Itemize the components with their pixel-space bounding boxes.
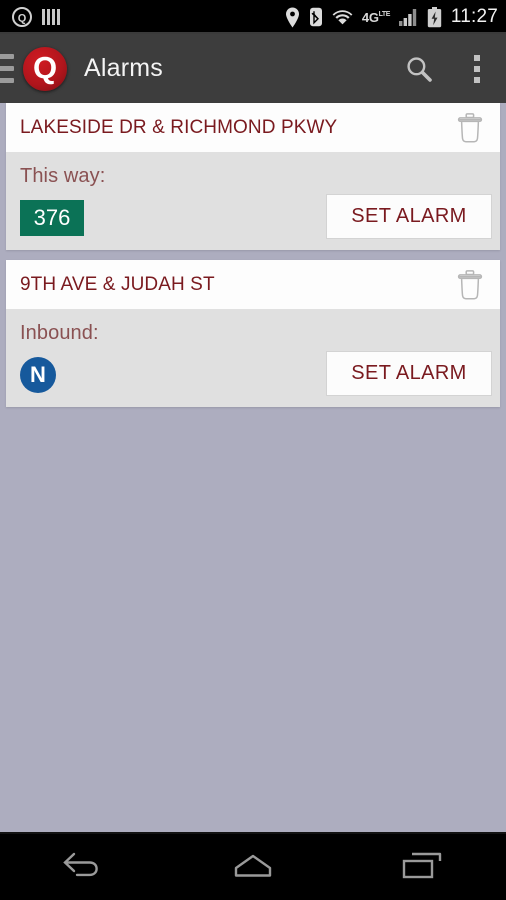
action-bar-actions — [390, 34, 506, 103]
wifi-icon — [332, 9, 353, 25]
barcode-icon — [42, 9, 60, 25]
direction-label: Inbound: — [20, 322, 99, 344]
set-alarm-button[interactable]: SET ALARM — [326, 194, 492, 239]
action-bar: Q Alarms — [0, 34, 506, 103]
home-icon — [230, 851, 276, 881]
back-arrow-icon — [61, 851, 107, 881]
list-item[interactable]: 9TH AVE & JUDAH ST Inbound: N SET ALARM — [6, 260, 500, 407]
bluetooth-icon — [309, 7, 323, 27]
route-badge: 376 — [20, 200, 84, 236]
stop-name: LAKESIDE DR & RICHMOND PKWY — [20, 116, 338, 138]
quantum-q-notification-icon: Q — [11, 6, 33, 28]
network-type-label: 4G LTE — [362, 10, 390, 25]
network-type-superscript: LTE — [378, 10, 391, 18]
alarm-list: LAKESIDE DR & RICHMOND PKWY This way: 37… — [0, 103, 506, 417]
page-title: Alarms — [84, 54, 163, 82]
app-logo[interactable]: Q — [23, 46, 67, 91]
set-alarm-button[interactable]: SET ALARM — [326, 351, 492, 396]
overflow-menu-button[interactable] — [448, 34, 506, 103]
signal-bars-icon — [398, 8, 418, 26]
phone-screen: Q 4G LTE 11:27 Q Alarms LAKESIDE DR & RI… — [0, 0, 506, 900]
back-button[interactable] — [0, 832, 169, 900]
status-bar: Q 4G LTE 11:27 — [0, 0, 506, 34]
status-bar-clock: 11:27 — [450, 6, 498, 27]
recent-apps-button[interactable] — [337, 832, 506, 900]
alarm-card-body: This way: 376 SET ALARM — [6, 152, 500, 250]
alarm-card-body: Inbound: N SET ALARM — [6, 309, 500, 407]
recent-apps-icon — [400, 850, 444, 882]
search-icon — [404, 54, 434, 84]
alarm-card-header: 9TH AVE & JUDAH ST — [6, 260, 500, 309]
overflow-menu-icon — [474, 54, 480, 83]
network-type-text: 4G — [361, 9, 379, 25]
alarm-card-header: LAKESIDE DR & RICHMOND PKWY — [6, 103, 500, 152]
stop-name: 9TH AVE & JUDAH ST — [20, 273, 215, 295]
route-badge: N — [20, 357, 56, 393]
trash-icon — [457, 112, 483, 143]
battery-charging-icon — [427, 6, 442, 28]
nav-bar-divider — [0, 832, 506, 834]
status-bar-notifications: Q — [0, 6, 60, 28]
delete-alarm-button[interactable] — [448, 263, 492, 307]
search-button[interactable] — [390, 34, 448, 103]
svg-text:Q: Q — [18, 13, 27, 25]
home-button[interactable] — [169, 832, 338, 900]
location-pin-icon — [285, 7, 300, 28]
list-item[interactable]: LAKESIDE DR & RICHMOND PKWY This way: 37… — [6, 103, 500, 250]
direction-label: This way: — [20, 165, 106, 187]
trash-icon — [457, 269, 483, 300]
android-navigation-bar — [0, 832, 506, 900]
hamburger-menu-icon[interactable] — [0, 54, 14, 83]
status-bar-system-icons: 4G LTE 11:27 — [285, 6, 506, 28]
delete-alarm-button[interactable] — [448, 106, 492, 150]
